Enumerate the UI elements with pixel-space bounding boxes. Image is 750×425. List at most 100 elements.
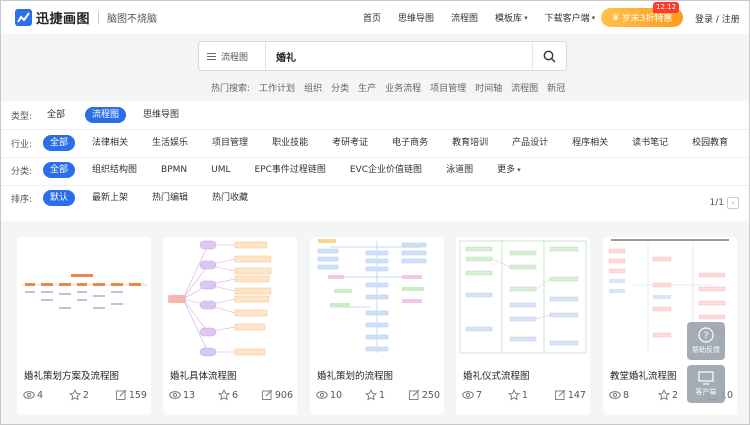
stars-count: 2 — [82, 389, 89, 401]
menu-icon — [207, 52, 216, 60]
filter-chip[interactable]: 校园教育 — [688, 135, 732, 151]
filter-chip-active[interactable]: 全部 — [43, 162, 76, 178]
edit-icon — [408, 389, 420, 400]
filter-chip[interactable]: 生活娱乐 — [148, 135, 192, 151]
card-title: 婚礼具体流程图 — [170, 371, 237, 382]
filter-chip[interactable]: 电子商务 — [388, 135, 432, 151]
edits-count: 906 — [274, 389, 293, 401]
card-stats: 7 1 147 — [462, 389, 586, 401]
chevron-down-icon: ▾ — [591, 13, 596, 22]
hot-search-item[interactable]: 项目管理 — [430, 81, 466, 94]
star-icon — [657, 389, 670, 401]
views-count: 8 — [623, 389, 630, 401]
template-thumbnail — [317, 239, 427, 353]
filter-chip[interactable]: UML — [207, 162, 234, 178]
filter-chip[interactable]: BPMN — [157, 162, 191, 178]
more-filter-button[interactable]: 更多 ▾ — [493, 162, 525, 178]
views-stat: 13 — [169, 389, 195, 401]
hot-search-item[interactable]: 组织 — [304, 81, 322, 94]
filter-chip[interactable]: 全部 — [43, 107, 69, 123]
filter-chip-active[interactable]: 全部 — [43, 135, 76, 151]
question-icon: ? — [698, 327, 714, 343]
card-stats: 4 2 159 — [23, 389, 147, 401]
nav-mindmap[interactable]: 思维导图 — [398, 11, 434, 24]
nav-flowchart[interactable]: 流程图 — [451, 11, 478, 24]
sort-chip[interactable]: 最新上架 — [88, 190, 132, 206]
search-category-select[interactable]: 流程图 — [199, 42, 266, 70]
hot-search-item[interactable]: 流程图 — [511, 81, 538, 94]
crown-icon: ♛ — [611, 12, 620, 23]
hot-searches: 热门搜索: 工作计划 组织 分类 生产 业务流程 项目管理 时间轴 流程图 新冠 — [211, 81, 574, 94]
search-input[interactable] — [266, 50, 532, 62]
template-card[interactable]: 婚礼策划方案及流程图 4 2 159 — [17, 237, 151, 415]
hot-search-item[interactable]: 业务流程 — [385, 81, 421, 94]
filter-label: 排序: — [11, 194, 33, 205]
star-icon — [217, 389, 230, 401]
chevron-right-icon: › — [731, 199, 735, 207]
stars-count: 1 — [378, 389, 385, 401]
filter-chip[interactable]: 产品设计 — [508, 135, 552, 151]
hot-search-item[interactable]: 新冠 — [547, 81, 565, 94]
search-button[interactable] — [532, 42, 566, 70]
template-card[interactable]: 婚礼策划的流程图 10 1 250 — [310, 237, 444, 415]
monitor-icon — [698, 371, 714, 385]
filter-label: 行业: — [11, 139, 33, 150]
star-icon — [364, 389, 377, 401]
logo-text: 迅捷画图 — [36, 12, 91, 27]
card-stats: 10 1 250 — [316, 389, 440, 401]
nav-templates[interactable]: 模板库 ▾ — [495, 11, 528, 25]
card-title: 婚礼仪式流程图 — [463, 371, 530, 382]
logo[interactable]: 迅捷画图 脑图不烧脑 — [15, 8, 157, 27]
hot-search-item[interactable]: 生产 — [358, 81, 376, 94]
hot-search-item[interactable]: 时间轴 — [475, 81, 502, 94]
filter-row-industry: 行业: 全部 法律相关 生活娱乐 项目管理 职业技能 考研考证 电子商务 教育培… — [11, 133, 748, 153]
filter-chip-active[interactable]: 流程图 — [85, 107, 127, 123]
filter-chip[interactable]: 组织结构图 — [88, 162, 141, 178]
hot-search-item[interactable]: 分类 — [331, 81, 349, 94]
filter-chip[interactable]: 职业技能 — [268, 135, 312, 151]
logo-icon — [15, 9, 32, 26]
filter-panel: 类型: 全部 流程图 思维导图 行业: 全部 法律相关 生活娱乐 项目管理 职业… — [1, 101, 749, 221]
views-stat: 10 — [316, 389, 342, 401]
filter-chip[interactable]: 思维导图 — [139, 107, 183, 123]
filter-chip[interactable]: EPC事件过程链图 — [251, 162, 330, 178]
search-icon — [543, 50, 556, 62]
filter-chip[interactable]: 项目管理 — [208, 135, 252, 151]
help-feedback-button[interactable]: ? 帮助反馈 — [687, 322, 725, 360]
filter-chip[interactable]: 读书笔记 — [628, 135, 672, 151]
svg-text:?: ? — [703, 331, 708, 342]
stars-stat: 1 — [364, 389, 385, 401]
divider — [1, 129, 749, 130]
sort-chip[interactable]: 热门收藏 — [208, 190, 252, 206]
template-card[interactable]: 婚礼具体流程图 13 6 906 — [163, 237, 297, 415]
filter-chip[interactable]: 教育培训 — [448, 135, 492, 151]
filter-chip[interactable]: 泳道图 — [442, 162, 477, 178]
views-stat: 7 — [462, 389, 482, 401]
page-indicator: 1/1 — [709, 198, 724, 208]
eye-icon — [23, 391, 35, 399]
hot-search-item[interactable]: 工作计划 — [259, 81, 295, 94]
sort-chip-active[interactable]: 默认 — [43, 190, 76, 206]
filter-chip[interactable]: 考研考证 — [328, 135, 372, 151]
template-card[interactable]: 婚礼仪式流程图 7 1 147 — [456, 237, 590, 415]
filter-chip[interactable]: EVC企业价值链图 — [346, 162, 426, 178]
sort-chip[interactable]: 热门编辑 — [148, 190, 192, 206]
nav-download[interactable]: 下载客户端 ▾ — [545, 11, 596, 25]
stars-stat: 2 — [68, 389, 89, 401]
logo-slogan: 脑图不烧脑 — [107, 14, 158, 25]
card-stats: 13 6 906 — [169, 389, 293, 401]
template-thumbnail — [459, 240, 587, 354]
filter-chip[interactable]: 程序相关 — [568, 135, 612, 151]
views-count: 7 — [476, 389, 483, 401]
nav-home[interactable]: 首页 — [363, 11, 381, 24]
template-thumbnail — [168, 240, 272, 357]
next-page-button[interactable]: › — [727, 197, 739, 209]
views-count: 4 — [37, 389, 44, 401]
filter-chip[interactable]: 法律相关 — [88, 135, 132, 151]
eye-icon — [462, 391, 474, 399]
views-stat: 4 — [23, 389, 43, 401]
client-download-button[interactable]: 客户端 — [687, 365, 725, 403]
promo-badge: 12.12 — [653, 2, 680, 13]
login-link[interactable]: 登录 / 注册 — [695, 12, 740, 25]
nav-templates-label: 模板库 — [495, 14, 523, 24]
